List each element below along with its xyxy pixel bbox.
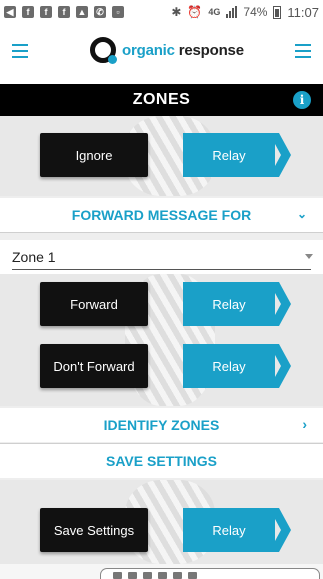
forward-message-section[interactable]: FORWARD MESSAGE FOR ⌄ xyxy=(0,198,323,232)
notification-icon xyxy=(188,572,197,579)
brand-logo: organic response xyxy=(90,37,244,64)
logo-mark-icon xyxy=(90,37,117,64)
identify-zones-section[interactable]: IDENTIFY ZONES › xyxy=(0,408,323,442)
facebook-icon: f xyxy=(58,6,70,18)
save-settings-section[interactable]: SAVE SETTINGS xyxy=(0,444,323,478)
relay-button[interactable]: Relay xyxy=(183,344,293,388)
page-title-bar: ZONES i xyxy=(0,84,323,116)
save-settings-heading: SAVE SETTINGS xyxy=(106,453,217,469)
relay-button[interactable]: Relay xyxy=(183,133,293,177)
chevron-down-icon: ⌄ xyxy=(296,207,307,221)
dont-forward-button[interactable]: Don't Forward xyxy=(40,344,148,388)
dropdown-underline xyxy=(12,269,311,270)
clock: 11:07 xyxy=(287,4,319,20)
chevron-right-icon xyxy=(269,133,291,177)
zone-dropdown[interactable]: Zone 1 xyxy=(0,240,323,274)
ignore-panel: Ignore Relay xyxy=(0,116,323,196)
save-panel: Save Settings Relay xyxy=(0,480,323,564)
menu-icon[interactable] xyxy=(12,44,28,58)
bluetooth-icon: ✱ xyxy=(171,5,182,19)
facebook-icon: f xyxy=(22,6,34,18)
zone-dropdown-value: Zone 1 xyxy=(12,249,56,265)
notification-icon xyxy=(128,572,137,579)
relay-label: Relay xyxy=(183,344,275,388)
signal-icon xyxy=(226,6,238,18)
relay-label: Relay xyxy=(183,282,275,326)
image-icon: ▲ xyxy=(76,6,88,18)
dropdown-arrow-icon xyxy=(305,254,313,259)
calendar-icon: ▫ xyxy=(112,6,124,18)
identify-zones-heading: IDENTIFY ZONES xyxy=(103,417,220,433)
ignore-button[interactable]: Ignore xyxy=(40,133,148,177)
facebook-icon: f xyxy=(40,6,52,18)
forward-message-heading: FORWARD MESSAGE FOR xyxy=(71,207,252,223)
info-icon[interactable]: i xyxy=(293,91,311,109)
notification-icon xyxy=(113,572,122,579)
system-status: ✱ ⏰ 4G 74% 11:07 xyxy=(171,5,319,20)
notification-icons: ◀ f f f ▲ ✆ ▫ xyxy=(4,6,124,18)
notification-icon xyxy=(173,572,182,579)
notification-tray[interactable] xyxy=(100,568,320,579)
app-header: organic response xyxy=(0,24,323,84)
logo-text: organic response xyxy=(122,41,244,59)
relay-button[interactable]: Relay xyxy=(183,282,293,326)
alarm-icon: ⏰ xyxy=(187,5,203,19)
notification-icon xyxy=(158,572,167,579)
network-type: 4G xyxy=(208,7,221,17)
settings-menu-icon[interactable] xyxy=(295,44,311,58)
divider xyxy=(0,232,323,233)
forward-button[interactable]: Forward xyxy=(40,282,148,326)
relay-button[interactable]: Relay xyxy=(183,508,293,552)
status-bar: ◀ f f f ▲ ✆ ▫ ✱ ⏰ 4G 74% 11:07 xyxy=(0,0,323,24)
page-title: ZONES xyxy=(132,91,191,108)
app-notification-icon: ◀ xyxy=(4,6,16,18)
chevron-right-icon: › xyxy=(302,416,307,432)
battery-percent: 74% xyxy=(243,5,268,19)
save-settings-button[interactable]: Save Settings xyxy=(40,508,148,552)
forward-panel: Forward Relay Don't Forward Relay xyxy=(0,274,323,406)
voicemail-icon: ✆ xyxy=(94,6,106,18)
chevron-right-icon xyxy=(269,508,291,552)
chevron-right-icon xyxy=(269,282,291,326)
relay-label: Relay xyxy=(183,133,275,177)
chevron-right-icon xyxy=(269,344,291,388)
relay-label: Relay xyxy=(183,508,275,552)
notification-icon xyxy=(143,572,152,579)
battery-icon xyxy=(273,5,282,19)
